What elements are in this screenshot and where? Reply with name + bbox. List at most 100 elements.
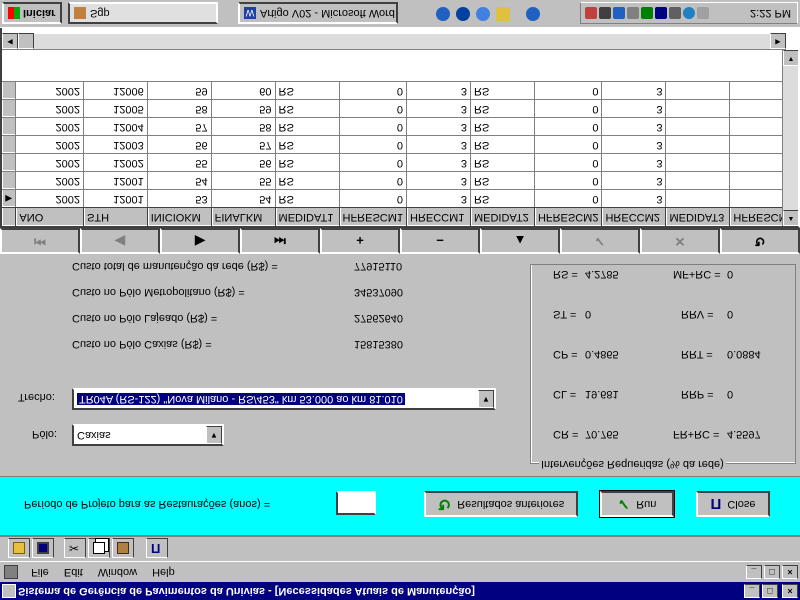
- table-cell[interactable]: 12001: [83, 190, 148, 208]
- table-cell[interactable]: 0: [339, 154, 407, 172]
- table-cell[interactable]: [665, 190, 730, 208]
- nav-first-button[interactable]: ⏮: [0, 228, 80, 254]
- nav-insert-button[interactable]: +: [320, 228, 400, 254]
- table-cell[interactable]: RS: [470, 172, 535, 190]
- tray-blue-icon[interactable]: [655, 7, 667, 19]
- app-icon[interactable]: [2, 584, 16, 598]
- table-cell[interactable]: 58: [147, 100, 212, 118]
- table-cell[interactable]: 2002: [15, 190, 84, 208]
- table-cell[interactable]: 58: [211, 118, 276, 136]
- table-cell[interactable]: RS: [470, 82, 535, 100]
- table-row[interactable]: 2002120045758RS03RS030: [2, 118, 798, 136]
- table-row[interactable]: 2002120065960RS03RS030: [2, 82, 798, 100]
- tray-printer-icon[interactable]: [599, 7, 611, 19]
- column-header-ano[interactable]: ANO: [15, 208, 84, 226]
- copy-button[interactable]: [88, 538, 110, 558]
- close-button[interactable]: ×: [782, 584, 798, 598]
- table-cell[interactable]: RS: [275, 190, 339, 208]
- table-cell[interactable]: 0: [339, 100, 407, 118]
- scroll-down-icon[interactable]: ▼: [783, 50, 799, 66]
- row-indicator[interactable]: [2, 136, 16, 154]
- previous-results-button[interactable]: ↻ Resultados anteriores: [424, 491, 578, 517]
- table-cell[interactable]: 2002: [15, 118, 84, 136]
- nav-delete-button[interactable]: −: [400, 228, 480, 254]
- table-cell[interactable]: 0: [339, 190, 407, 208]
- table-cell[interactable]: 54: [147, 172, 212, 190]
- horizontal-scrollbar[interactable]: ◀ ▶: [2, 33, 786, 50]
- table-cell[interactable]: [665, 136, 730, 154]
- data-grid[interactable]: ANO STH INICIOKM FINALKM MEDIDAT1 HFRESCM1 HRE…: [0, 0, 800, 228]
- table-cell[interactable]: 3: [601, 172, 666, 190]
- table-cell[interactable]: 0: [339, 82, 407, 100]
- table-cell[interactable]: 3: [601, 82, 666, 100]
- table-cell[interactable]: 3: [406, 118, 471, 136]
- table-cell[interactable]: 0: [339, 136, 407, 154]
- row-indicator[interactable]: [2, 82, 16, 100]
- maximize-button[interactable]: □: [762, 584, 778, 598]
- table-cell[interactable]: 2002: [15, 82, 84, 100]
- nav-next-button[interactable]: ▶: [160, 228, 240, 254]
- menu-file[interactable]: File: [25, 562, 55, 582]
- table-cell[interactable]: [665, 118, 730, 136]
- polo-select[interactable]: Caxias ▼: [72, 424, 224, 446]
- mdi-restore-button[interactable]: □: [764, 565, 780, 579]
- row-indicator[interactable]: [2, 172, 16, 190]
- column-header-iniciokm[interactable]: INICIOKM: [147, 208, 212, 226]
- exit-button[interactable]: Π: [146, 538, 168, 558]
- outlook-quicklaunch-icon[interactable]: [456, 7, 470, 21]
- table-cell[interactable]: 56: [147, 136, 212, 154]
- tray-grey-icon[interactable]: [669, 7, 681, 19]
- table-cell[interactable]: RS: [470, 100, 535, 118]
- column-header-hreccm1[interactable]: HRECCM1: [406, 208, 471, 226]
- table-cell[interactable]: RS: [470, 136, 535, 154]
- current-row-indicator-icon[interactable]: ▶: [2, 190, 16, 208]
- row-indicator[interactable]: [2, 100, 16, 118]
- table-cell[interactable]: 2002: [15, 154, 84, 172]
- tray-network-icon[interactable]: [613, 7, 625, 19]
- table-cell[interactable]: 53: [147, 190, 212, 208]
- period-input[interactable]: [336, 491, 376, 515]
- table-cell[interactable]: RS: [275, 118, 339, 136]
- table-cell[interactable]: 3: [406, 154, 471, 172]
- table-cell[interactable]: 54: [211, 190, 276, 208]
- scroll-up-icon[interactable]: ▲: [783, 210, 799, 226]
- column-header-sth[interactable]: STH: [83, 208, 148, 226]
- table-cell[interactable]: RS: [275, 154, 339, 172]
- tray-app-icon[interactable]: [585, 7, 597, 19]
- table-cell[interactable]: 59: [211, 100, 276, 118]
- table-cell[interactable]: 55: [211, 172, 276, 190]
- run-button[interactable]: ✓ Run: [599, 490, 675, 518]
- scroll-thumb[interactable]: [18, 33, 34, 49]
- tray-green-icon[interactable]: [641, 7, 653, 19]
- table-cell[interactable]: 3: [601, 136, 666, 154]
- task-word[interactable]: W Artigo V02 - Microsoft Word: [238, 2, 398, 24]
- mdi-child-icon[interactable]: [4, 564, 18, 579]
- table-cell[interactable]: 3: [406, 82, 471, 100]
- row-indicator[interactable]: [2, 154, 16, 172]
- column-header-hreccm2[interactable]: HRECCM2: [601, 208, 666, 226]
- table-cell[interactable]: 2002: [15, 172, 84, 190]
- column-header-hfrescm1[interactable]: HFRESCM1: [339, 208, 407, 226]
- chevron-down-icon[interactable]: ▼: [478, 390, 494, 408]
- start-button[interactable]: Iniciar: [2, 2, 62, 24]
- table-cell[interactable]: 57: [211, 136, 276, 154]
- tray-ie-icon[interactable]: [683, 7, 695, 19]
- table-cell[interactable]: 3: [601, 100, 666, 118]
- table-cell[interactable]: 3: [406, 172, 471, 190]
- row-indicator[interactable]: [2, 118, 16, 136]
- table-cell[interactable]: [665, 82, 730, 100]
- nav-prior-button[interactable]: ◀: [80, 228, 160, 254]
- table-cell[interactable]: 12006: [83, 82, 148, 100]
- table-cell[interactable]: 57: [147, 118, 212, 136]
- table-cell[interactable]: 0: [339, 172, 407, 190]
- open-button[interactable]: [8, 538, 30, 558]
- nav-post-button[interactable]: ✓: [560, 228, 640, 254]
- table-cell[interactable]: 0: [534, 82, 602, 100]
- table-cell[interactable]: RS: [275, 82, 339, 100]
- scroll-left-icon[interactable]: ◀: [2, 33, 18, 49]
- scroll-right-icon[interactable]: ▶: [770, 33, 786, 49]
- chevron-down-icon[interactable]: ▼: [206, 426, 222, 444]
- table-cell[interactable]: 0: [534, 100, 602, 118]
- paste-button[interactable]: [112, 538, 134, 558]
- table-cell[interactable]: 12003: [83, 136, 148, 154]
